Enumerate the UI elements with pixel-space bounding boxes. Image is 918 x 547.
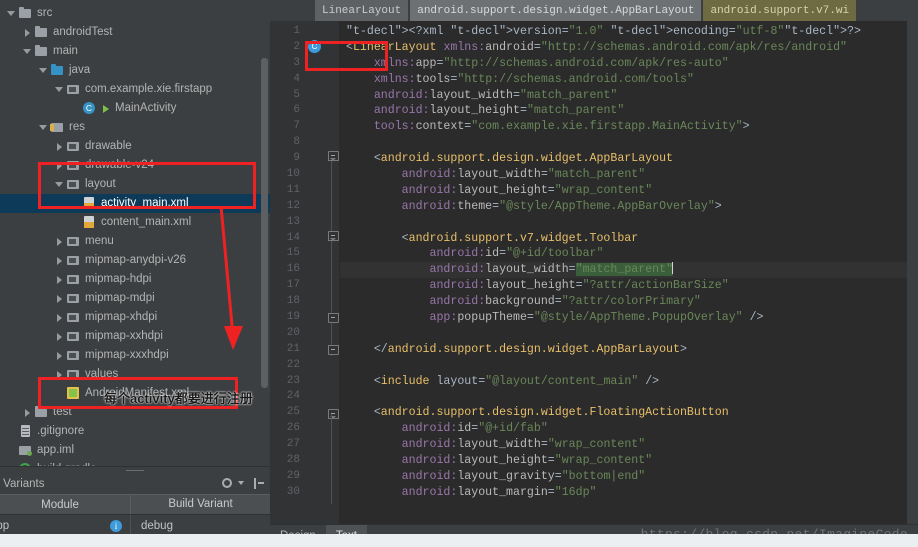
annotation-note-text: 每个activity都要进行注册 bbox=[104, 391, 253, 406]
android-studio-window: src androidTest main java com.example.xie.fi… bbox=[0, 0, 918, 547]
annotation-arrow bbox=[219, 205, 243, 350]
